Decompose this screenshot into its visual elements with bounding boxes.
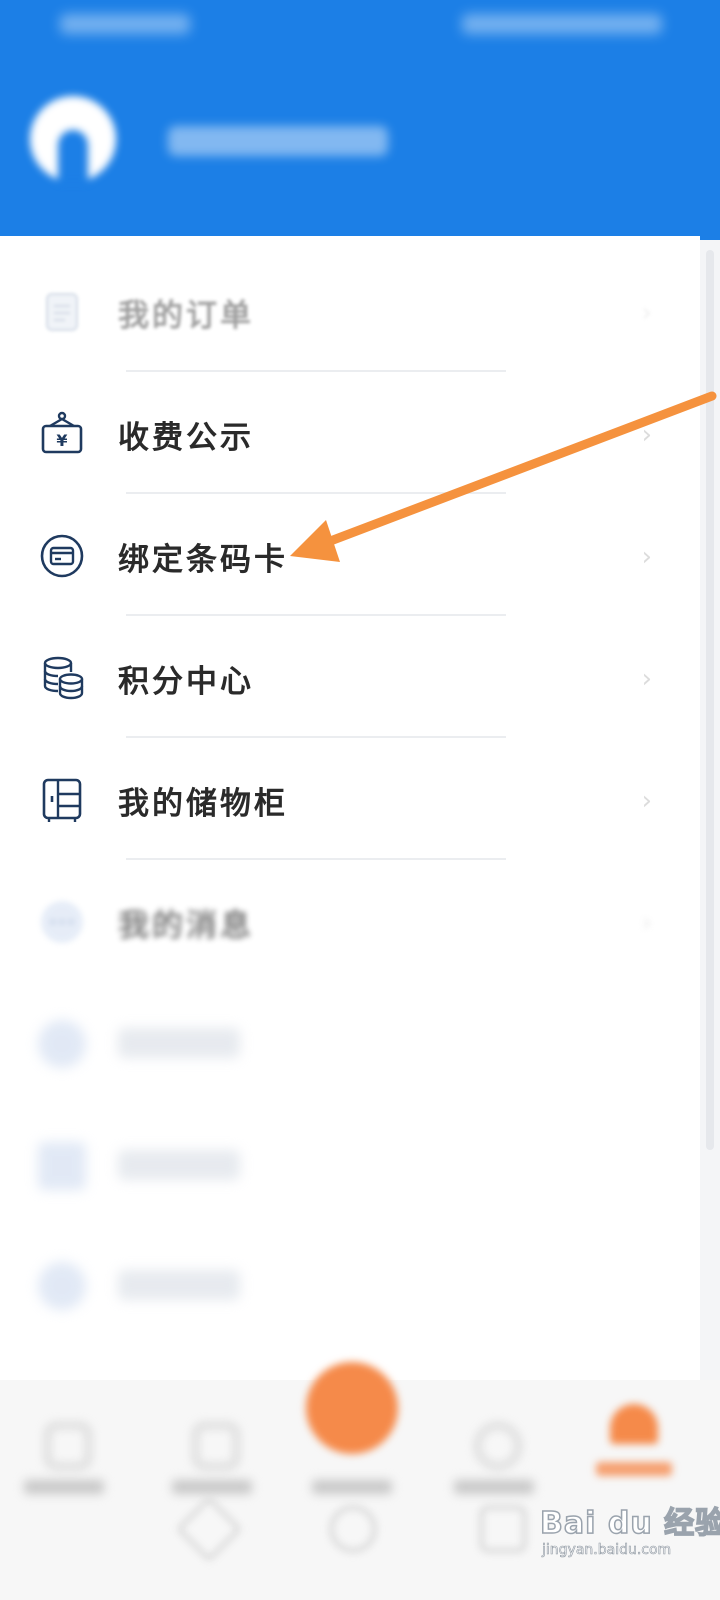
menu-item-fee-notice[interactable]: ¥ 收费公示 ›: [0, 374, 700, 494]
blurred-icon: [38, 1142, 86, 1190]
chevron-right-icon: ›: [641, 786, 652, 816]
profile-tab-label-blurred: [596, 1462, 672, 1476]
chevron-right-icon: ›: [641, 542, 652, 572]
menu-item-label: 收费公示: [118, 420, 254, 456]
nav-label-blurred: [312, 1480, 392, 1494]
blurred-label: [118, 1270, 240, 1300]
blurred-label: [118, 1028, 240, 1058]
blurred-icon: [38, 1020, 86, 1068]
menu-item-blurred[interactable]: [0, 1106, 700, 1226]
divider: [126, 858, 506, 860]
chevron-right-icon: ›: [641, 298, 652, 328]
menu-item-label: 我的消息: [118, 908, 254, 944]
username-blurred: [168, 126, 388, 156]
nav-second-blurred[interactable]: [172, 1424, 252, 1504]
points-coins-icon: [43, 656, 84, 700]
watermark: Bai du 经验 jingyan.baidu.com: [539, 1498, 720, 1568]
system-home-icon[interactable]: [330, 1506, 376, 1552]
watermark-main-text: Bai du 经验: [539, 1505, 720, 1542]
nav-fourth-blurred[interactable]: [454, 1424, 534, 1504]
menu-item-my-messages[interactable]: 我的消息 ›: [0, 862, 700, 982]
profile-tab-icon[interactable]: [610, 1404, 658, 1444]
status-bar: [0, 0, 720, 48]
menu-item-label: 积分中心: [118, 664, 254, 700]
system-recents-icon[interactable]: [480, 1506, 526, 1552]
divider: [126, 614, 506, 616]
fee-notice-icon: ¥: [41, 411, 83, 454]
nav-label-blurred: [24, 1480, 104, 1494]
watermark-sub-text: jingyan.baidu.com: [542, 1542, 672, 1559]
menu-item-blurred[interactable]: [0, 1226, 700, 1346]
divider: [126, 492, 506, 494]
chevron-right-icon: ›: [641, 908, 652, 938]
center-action-button[interactable]: [306, 1362, 398, 1454]
nav-icon: [476, 1424, 520, 1468]
chevron-right-icon: ›: [641, 664, 652, 694]
order-icon: [46, 293, 78, 331]
avatar[interactable]: [30, 96, 116, 182]
nav-home-blurred[interactable]: [24, 1424, 104, 1504]
message-icon: [41, 901, 83, 943]
menu-item-label: 我的储物柜: [118, 786, 288, 822]
menu-item-blurred[interactable]: [0, 984, 700, 1104]
nav-icon: [194, 1424, 238, 1468]
status-left-blurred: [60, 14, 190, 34]
menu-item-my-locker[interactable]: 我的储物柜 ›: [0, 740, 700, 860]
status-right-blurred: [462, 14, 662, 34]
divider: [126, 736, 506, 738]
blurred-label: [118, 1150, 240, 1180]
menu-item-my-orders[interactable]: 我的订单 ›: [0, 252, 700, 372]
menu-item-points-center[interactable]: 积分中心 ›: [0, 618, 700, 738]
nav-label-blurred: [172, 1480, 252, 1494]
profile-header: [0, 0, 720, 240]
nav-label-blurred: [454, 1480, 534, 1494]
barcode-card-icon: [40, 534, 84, 578]
blurred-icon: [38, 1262, 86, 1310]
menu-item-bind-barcode-card[interactable]: 绑定条码卡 ›: [0, 496, 700, 616]
screen: 我的订单 › ¥ 收费公示 › 绑定条码卡 › 积分中心 › 我的储物柜 › 我…: [0, 0, 720, 1600]
home-icon: [46, 1424, 90, 1468]
menu-item-label: 绑定条码卡: [118, 542, 288, 578]
menu-item-label: 我的订单: [118, 298, 254, 334]
locker-icon: [42, 778, 82, 822]
divider: [126, 370, 506, 372]
svg-text:¥: ¥: [56, 431, 67, 450]
scrollbar[interactable]: [706, 250, 714, 1150]
chevron-right-icon: ›: [641, 420, 652, 450]
